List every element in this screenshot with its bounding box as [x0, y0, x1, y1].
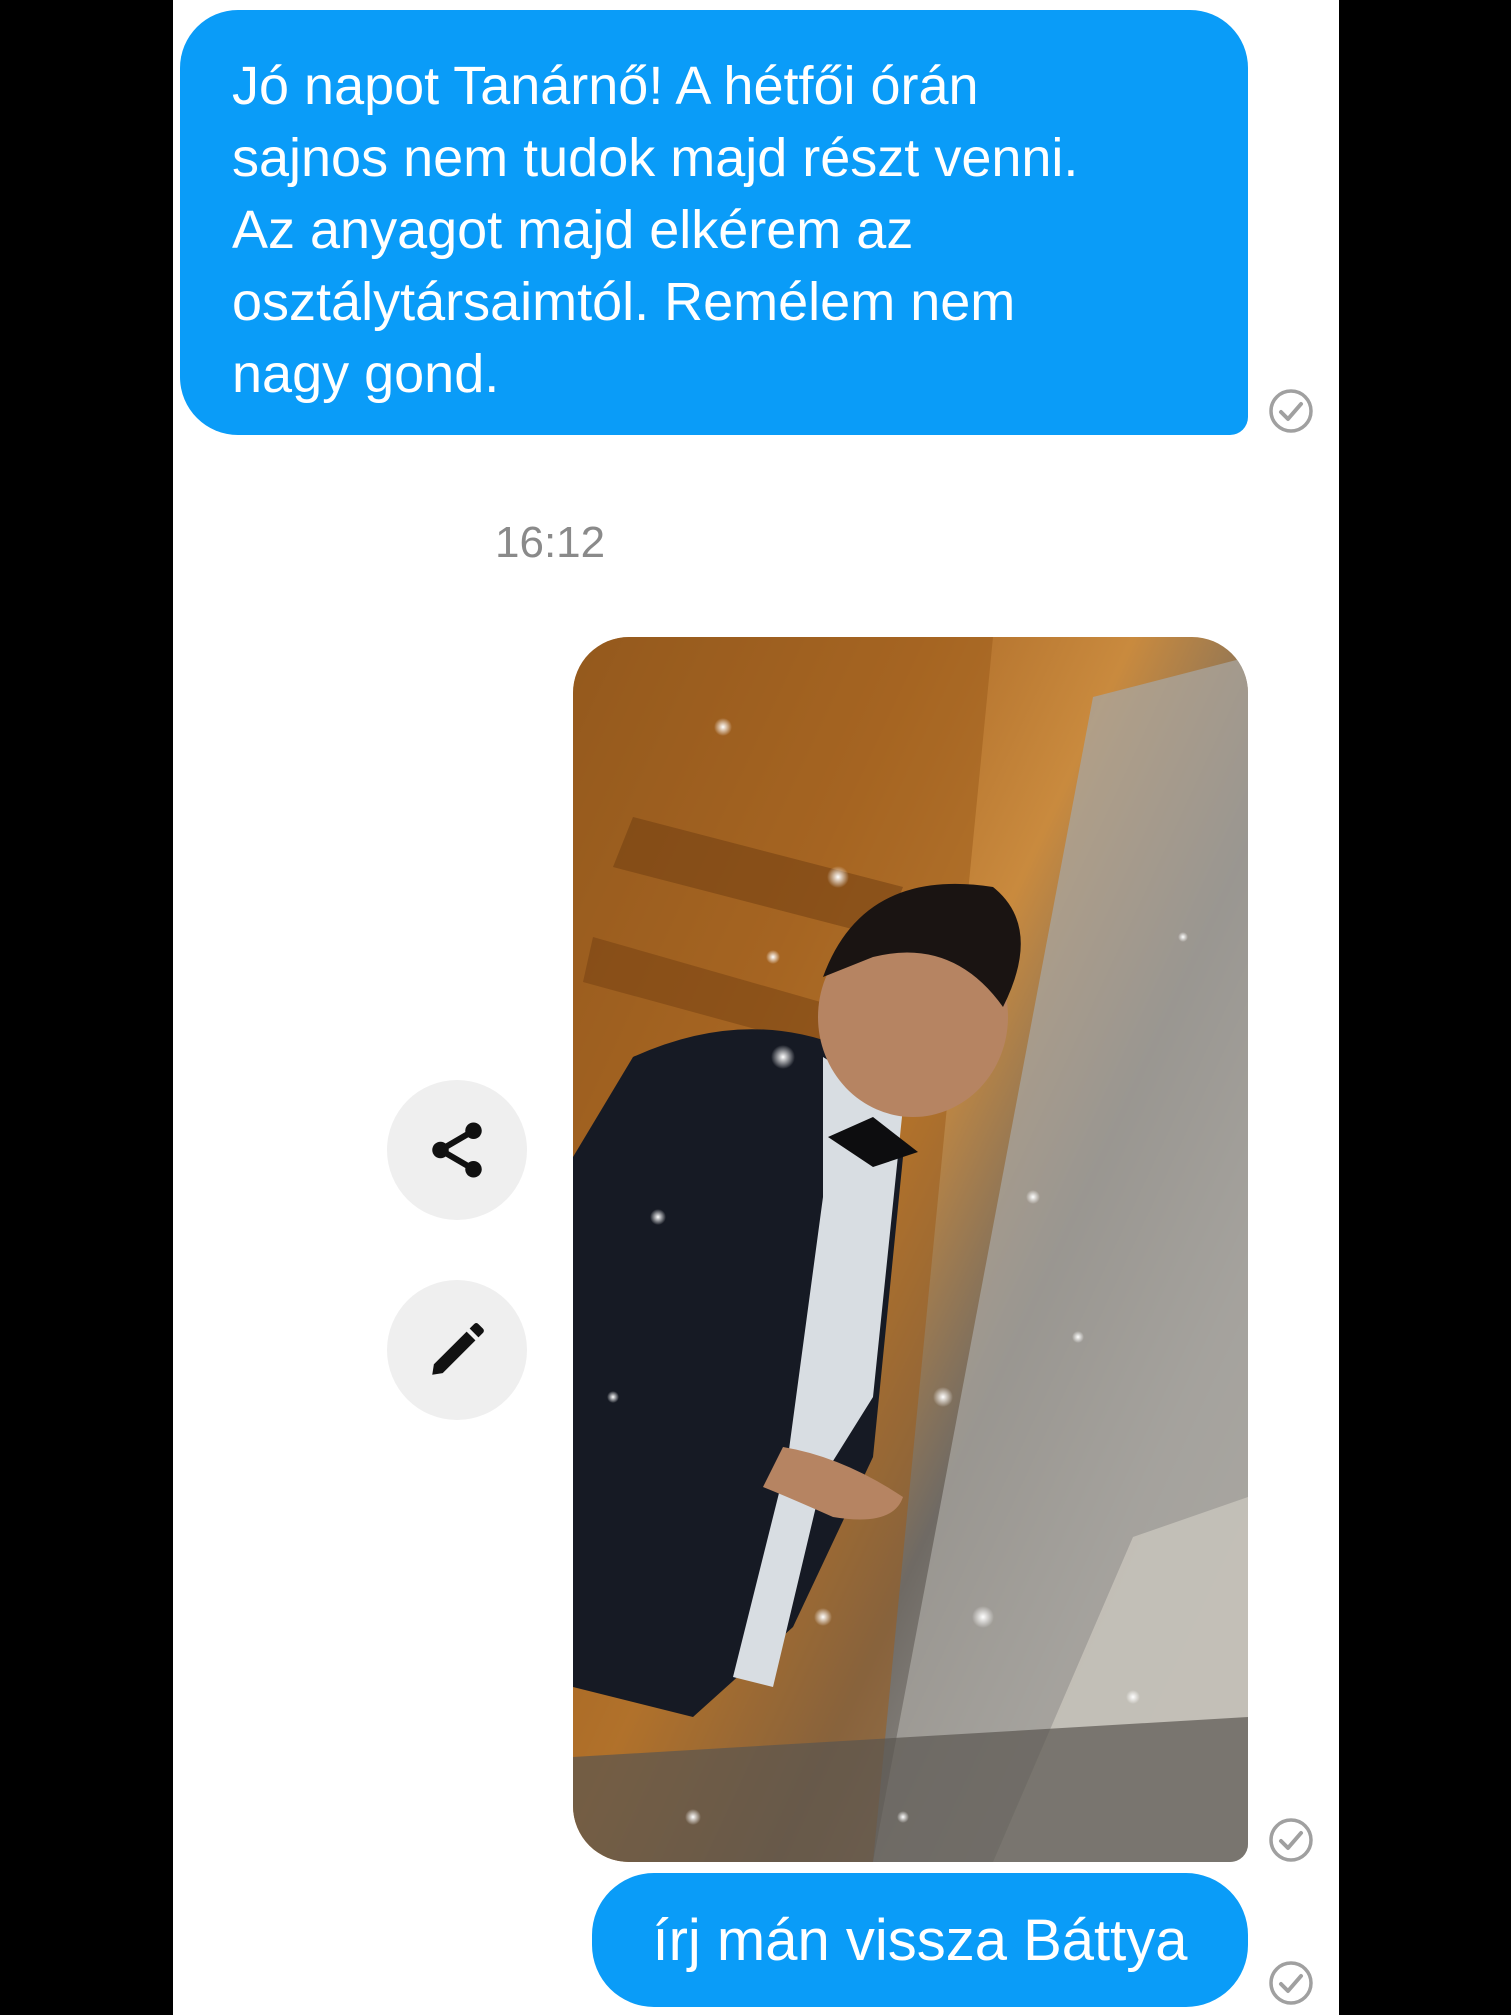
pencil-icon	[432, 1323, 484, 1375]
photo-image	[573, 637, 1248, 1862]
outgoing-message-bubble[interactable]: Jó napot Tanárnő! A hétfői órán sajnos n…	[180, 10, 1248, 435]
message-text: írj mán vissza Báttya	[652, 1907, 1188, 1973]
outgoing-message-bubble[interactable]: írj mán vissza Báttya	[592, 1873, 1248, 2007]
share-button[interactable]	[387, 1080, 527, 1220]
message-text: Jó napot Tanárnő! A hétfői órán sajnos n…	[232, 56, 1079, 404]
sent-check-icon	[1269, 1961, 1313, 2005]
sent-check-icon	[1269, 389, 1313, 433]
message-timestamp: 16:12	[495, 518, 606, 567]
chat-screen: Jó napot Tanárnő! A hétfői órán sajnos n…	[173, 0, 1339, 2015]
sent-check-icon	[1269, 1818, 1313, 1862]
photo-message[interactable]	[573, 637, 1248, 1862]
edit-button[interactable]	[387, 1280, 527, 1420]
share-icon	[432, 1122, 482, 1178]
